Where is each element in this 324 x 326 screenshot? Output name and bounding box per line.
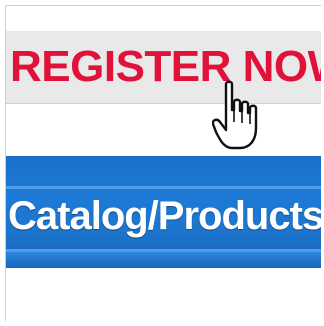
nav-bar-top-stripe [6, 186, 321, 189]
catalog-nav-bar: Catalog/Products [6, 156, 321, 268]
catalog-products-link[interactable]: Catalog/Products [8, 190, 321, 242]
hand-pointer-icon [212, 80, 258, 150]
nav-bar-lower-band [6, 252, 321, 268]
page-frame: REGISTER NOW Catalog/Products [5, 5, 321, 321]
